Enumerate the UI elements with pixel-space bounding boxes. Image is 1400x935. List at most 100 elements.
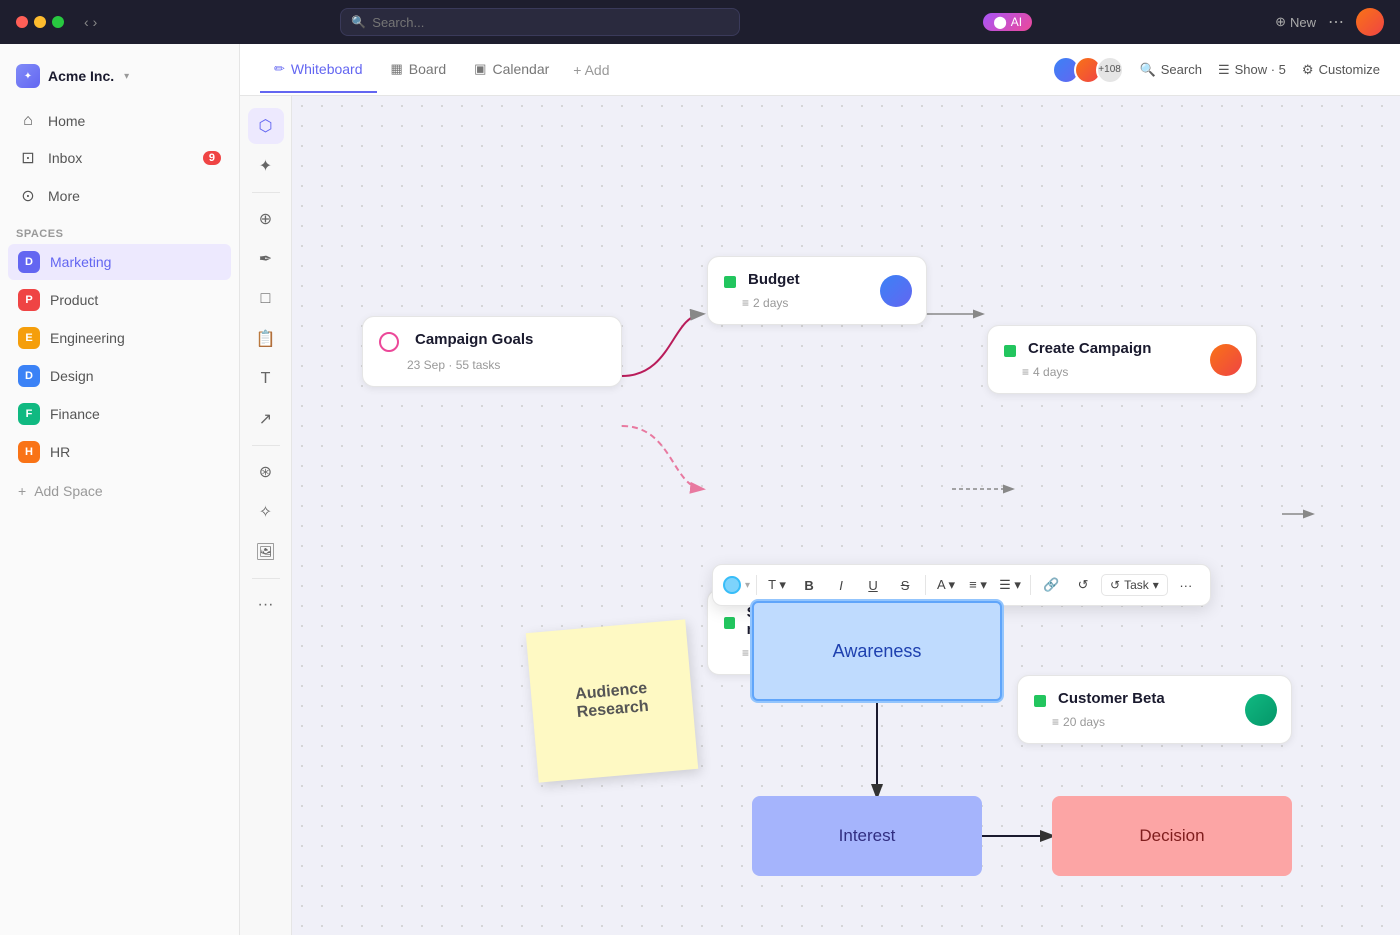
- space-item-design[interactable]: D Design: [8, 358, 231, 394]
- add-tab-button[interactable]: + Add: [563, 48, 619, 92]
- tab-calendar[interactable]: ▣ Calendar: [460, 47, 563, 93]
- strikethrough-button[interactable]: S: [891, 571, 919, 599]
- tool-panel: ⬡ ✦ ⊕ ✒ □ 📋 T ↗ ⊛ ✧ 🖼 ···: [240, 96, 292, 935]
- maximize-button[interactable]: [52, 16, 64, 28]
- show-button[interactable]: ☰ Show · 5: [1218, 62, 1286, 78]
- grid-icon[interactable]: ⋯: [1328, 12, 1344, 32]
- tab-whiteboard[interactable]: ✏ Whiteboard: [260, 47, 377, 93]
- node-customer-beta[interactable]: Customer Beta ≡ 20 days: [1017, 675, 1292, 744]
- customer-beta-title: Customer Beta: [1058, 690, 1165, 707]
- shape-tool[interactable]: □: [248, 281, 284, 317]
- color-picker[interactable]: [723, 576, 741, 594]
- ai-icon: ⬤: [993, 15, 1006, 29]
- node-campaign-goals[interactable]: Campaign Goals 23 Sep · 55 tasks: [362, 316, 622, 387]
- back-arrow[interactable]: ‹: [84, 14, 89, 30]
- home-icon: ⌂: [18, 112, 38, 130]
- gear-icon: ⚙: [1302, 62, 1314, 78]
- search-icon: 🔍: [1140, 62, 1156, 78]
- network-tool[interactable]: ⊛: [248, 454, 284, 490]
- green-dot-customer: [1034, 695, 1046, 707]
- awareness-box[interactable]: Awareness: [752, 601, 1002, 701]
- new-button[interactable]: ⊕ New: [1275, 14, 1316, 30]
- search-button[interactable]: 🔍 Search: [1140, 62, 1202, 78]
- space-item-marketing[interactable]: D Marketing: [8, 244, 231, 280]
- connector-tool[interactable]: ↗: [248, 401, 284, 437]
- globe-tool[interactable]: ⊕: [248, 201, 284, 237]
- interest-box[interactable]: Interest: [752, 796, 982, 876]
- lines-icon-customer: ≡: [1052, 715, 1059, 729]
- lines-icon-schedule: ≡: [742, 646, 749, 660]
- campaign-goals-meta: 23 Sep · 55 tasks: [407, 358, 500, 372]
- tab-board[interactable]: ▦ Board: [377, 47, 461, 93]
- plus-icon: +: [18, 483, 26, 499]
- brand-header[interactable]: ✦ Acme Inc. ▾: [0, 56, 239, 96]
- task-icon: ↺: [1110, 578, 1120, 592]
- toolbar-divider-1: [756, 575, 757, 595]
- task-button[interactable]: ↺ Task ▾: [1101, 574, 1168, 596]
- calendar-icon: ▣: [474, 61, 486, 77]
- underline-button[interactable]: U: [859, 571, 887, 599]
- customize-button[interactable]: ⚙ Customize: [1302, 62, 1380, 78]
- space-item-hr[interactable]: H HR: [8, 434, 231, 470]
- text-tool[interactable]: T: [248, 361, 284, 397]
- close-button[interactable]: [16, 16, 28, 28]
- interest-label: Interest: [839, 826, 896, 846]
- magic-tool[interactable]: ✧: [248, 494, 284, 530]
- italic-button[interactable]: I: [827, 571, 855, 599]
- spaces-section-title: Spaces: [0, 216, 239, 244]
- forward-arrow[interactable]: ›: [93, 14, 98, 30]
- tool-divider-2: [252, 445, 280, 446]
- align-button[interactable]: ≡ ▾: [964, 571, 992, 599]
- minimize-button[interactable]: [34, 16, 46, 28]
- green-dot-create: [1004, 345, 1016, 357]
- sticky-note-audience[interactable]: Audience Research: [526, 619, 698, 782]
- sidebar-item-home[interactable]: ⌂ Home: [8, 104, 231, 138]
- acme-logo: ✦: [16, 64, 40, 88]
- bold-button[interactable]: B: [795, 571, 823, 599]
- node-budget[interactable]: Budget ≡ 2 days: [707, 256, 927, 325]
- list-button[interactable]: ☰ ▾: [996, 571, 1024, 599]
- image-tool[interactable]: 🖼: [248, 534, 284, 570]
- more-tools[interactable]: ···: [248, 587, 284, 623]
- link-button[interactable]: 🔗: [1037, 571, 1065, 599]
- text-style-button[interactable]: T ▾: [763, 571, 791, 599]
- tab-board-label: Board: [409, 61, 446, 77]
- more-icon: ⊙: [18, 186, 38, 206]
- nav-label-more: More: [48, 188, 80, 204]
- sidebar-item-more[interactable]: ⊙ More: [8, 178, 231, 214]
- top-search-bar[interactable]: 🔍: [340, 8, 740, 36]
- avatar-create: [1210, 344, 1242, 376]
- ai-badge[interactable]: ⬤ AI: [983, 13, 1032, 31]
- select-tool[interactable]: ⬡: [248, 108, 284, 144]
- font-size-button[interactable]: A ▾: [932, 571, 960, 599]
- space-item-finance[interactable]: F Finance: [8, 396, 231, 432]
- node-create-campaign[interactable]: Create Campaign ≡ 4 days: [987, 325, 1257, 394]
- customer-beta-meta: 20 days: [1063, 715, 1105, 729]
- add-tab-label: + Add: [573, 62, 609, 78]
- space-item-product[interactable]: P Product: [8, 282, 231, 318]
- main-layout: ✦ Acme Inc. ▾ ⌂ Home ⊡ Inbox 9 ⊙ More: [0, 44, 1400, 935]
- space-item-engineering[interactable]: E Engineering: [8, 320, 231, 356]
- content-header: ✏ Whiteboard ▦ Board ▣ Calendar + Add: [240, 44, 1400, 96]
- inbox-icon: ⊡: [18, 148, 38, 168]
- space-label-hr: HR: [50, 444, 70, 460]
- decision-box[interactable]: Decision: [1052, 796, 1292, 876]
- user-avatar[interactable]: [1356, 8, 1384, 36]
- sticky-tool[interactable]: 📋: [248, 321, 284, 357]
- nav-label-inbox: Inbox: [48, 150, 82, 166]
- campaign-goals-title: Campaign Goals: [415, 331, 533, 348]
- refresh-button[interactable]: ↺: [1069, 571, 1097, 599]
- search-input[interactable]: [372, 15, 729, 30]
- space-label-design: Design: [50, 368, 94, 384]
- nav-arrows: ‹ ›: [84, 14, 97, 30]
- add-space-button[interactable]: + Add Space: [0, 476, 239, 506]
- more-options-button[interactable]: ···: [1172, 571, 1200, 599]
- ai-tool[interactable]: ✦: [248, 148, 284, 184]
- show-icon: ☰: [1218, 62, 1230, 78]
- canvas[interactable]: Campaign Goals 23 Sep · 55 tasks Budget: [292, 96, 1400, 935]
- color-dropdown-icon[interactable]: ▾: [745, 580, 750, 591]
- lines-icon-create: ≡: [1022, 365, 1029, 379]
- logo-icon: ✦: [24, 71, 32, 82]
- sidebar-item-inbox[interactable]: ⊡ Inbox 9: [8, 140, 231, 176]
- pen-tool[interactable]: ✒: [248, 241, 284, 277]
